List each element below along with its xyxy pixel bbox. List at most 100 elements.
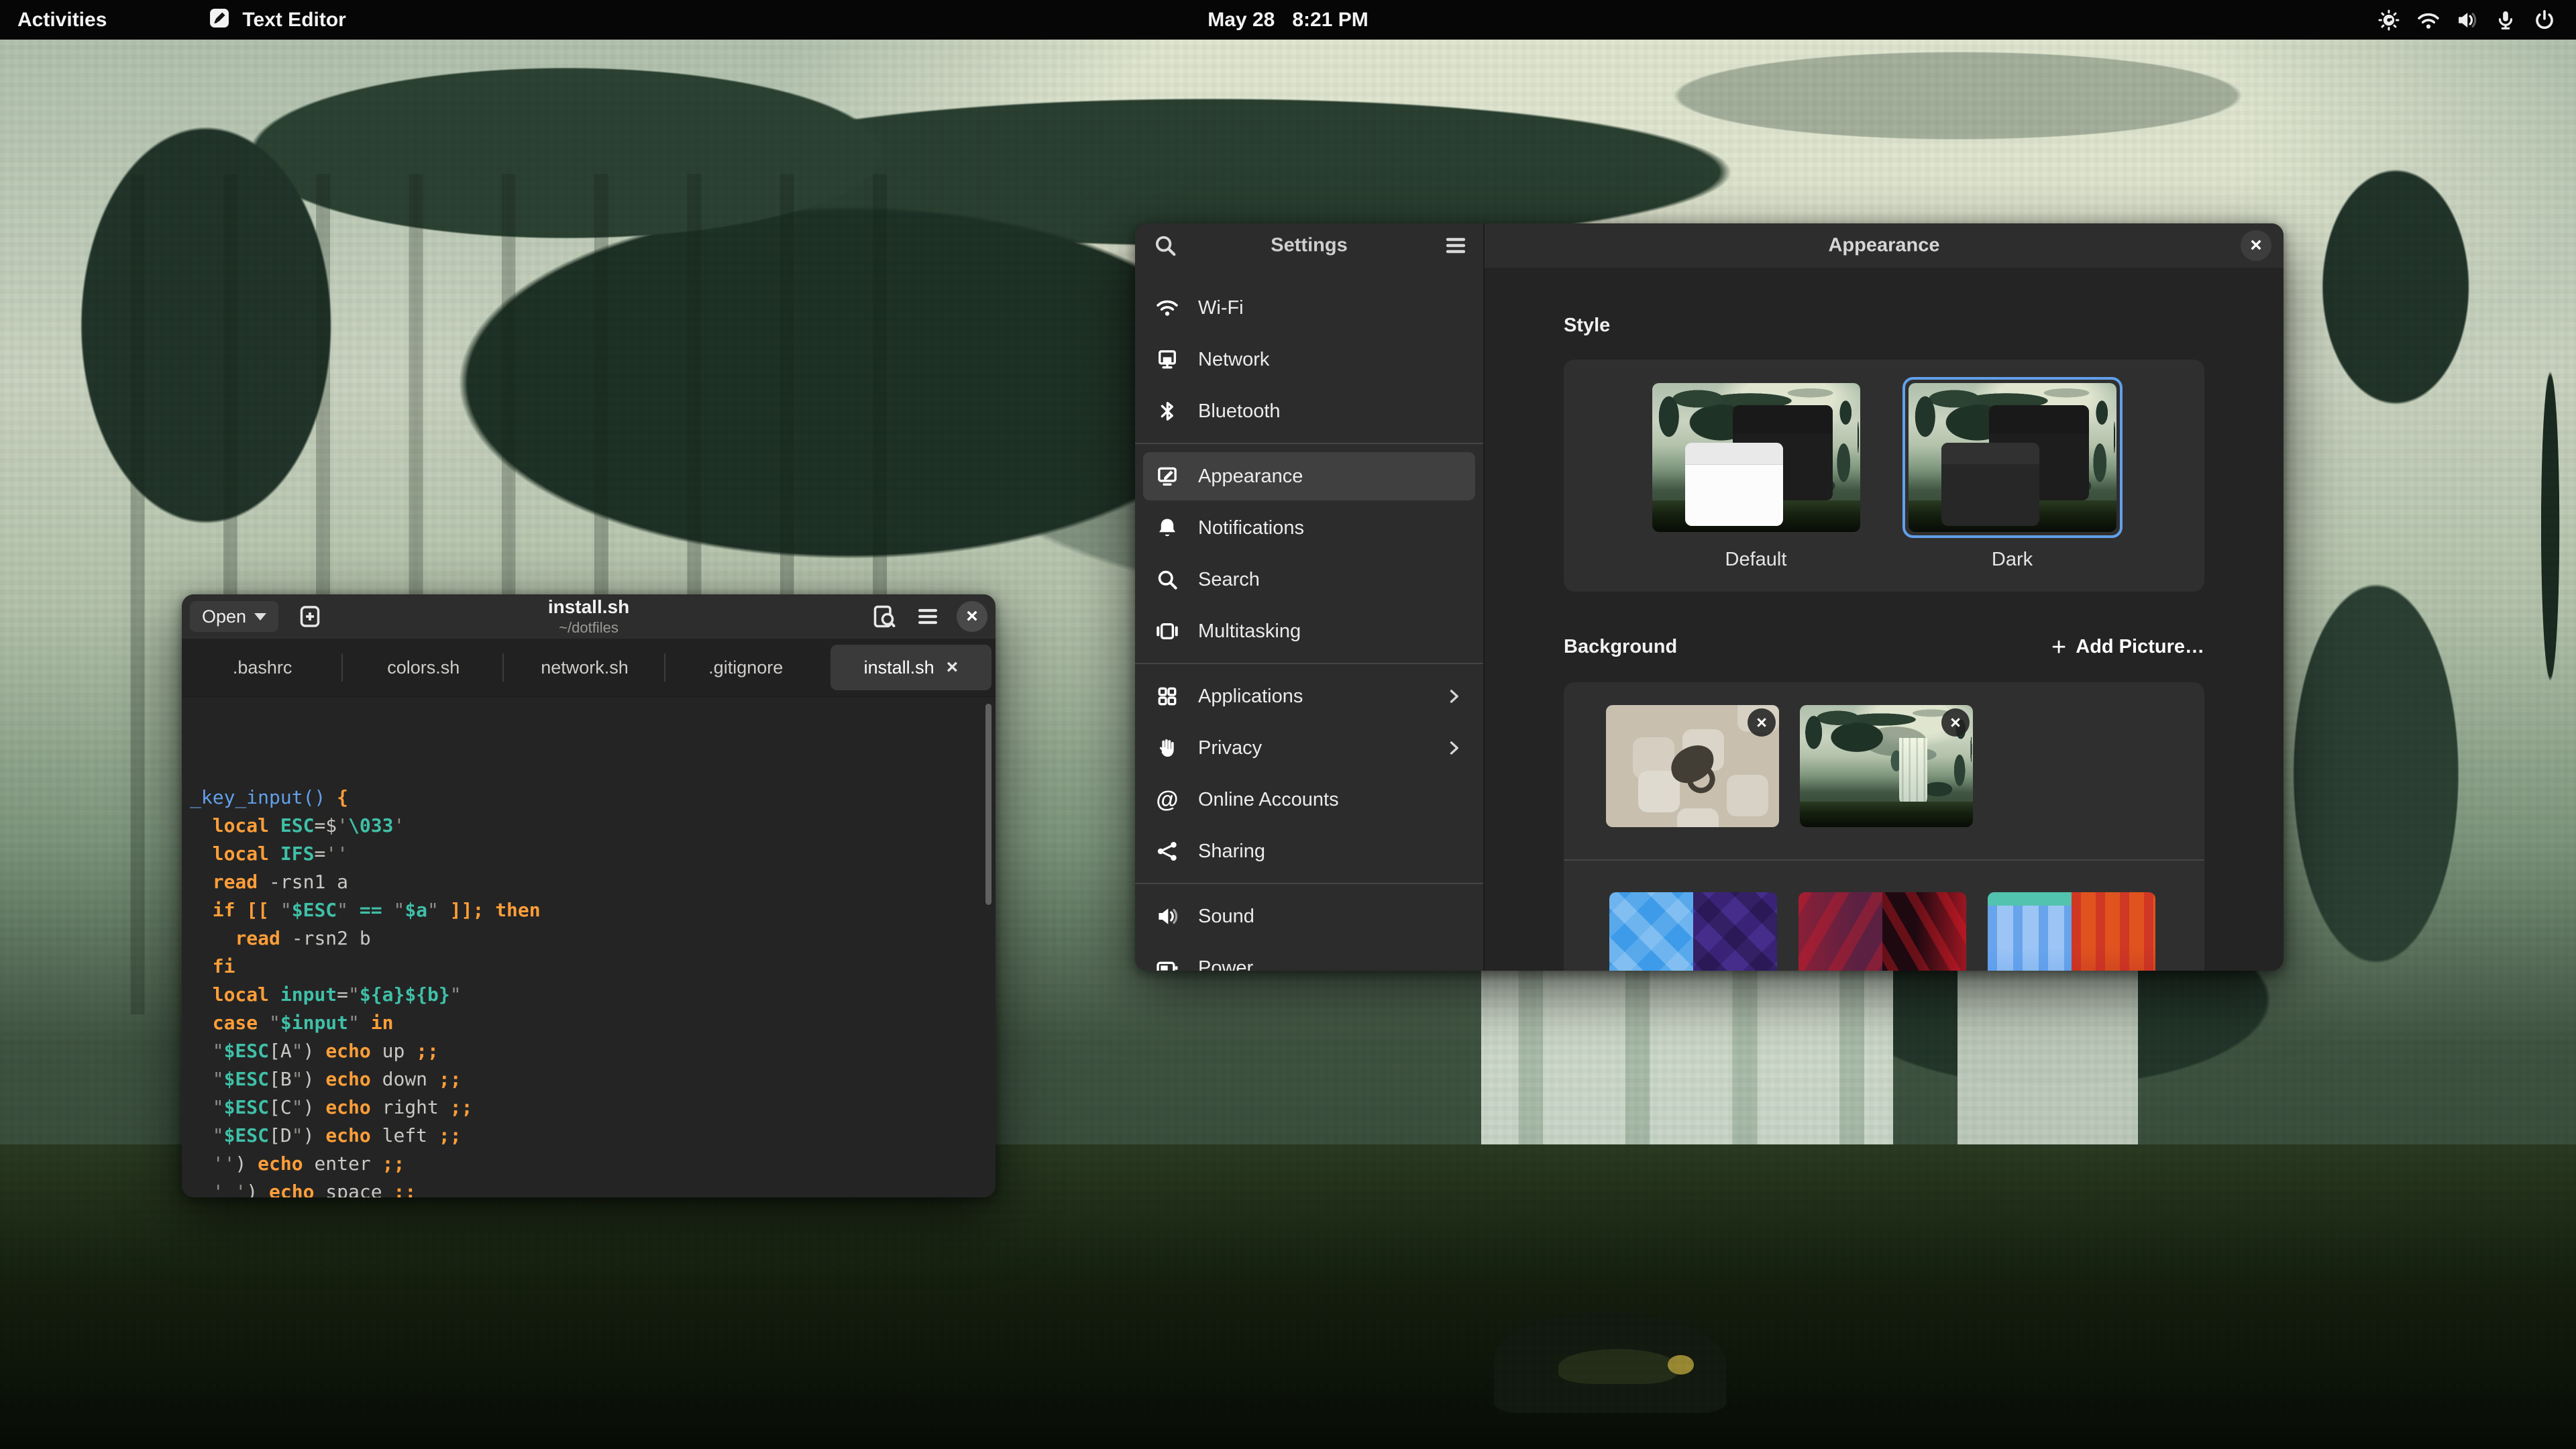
panel-headerbar: Appearance × xyxy=(1485,223,2284,268)
style-label-default: Default xyxy=(1725,549,1787,571)
code-line: local input="${a}${b}" xyxy=(190,981,996,1009)
tab-.bashrc[interactable]: .bashrc xyxy=(182,639,343,696)
code-line: "$ESC[C") echo right ;; xyxy=(190,1093,996,1122)
open-button[interactable]: Open xyxy=(190,601,278,632)
tab-label: .gitignore xyxy=(708,657,783,678)
sidebar-item-sound[interactable]: Sound xyxy=(1143,892,1475,941)
selected-style-frame xyxy=(1902,377,2123,538)
sidebar-item-bluetooth[interactable]: Bluetooth xyxy=(1143,387,1475,435)
sidebar-item-search[interactable]: Search xyxy=(1143,555,1475,604)
sidebar-item-appearance[interactable]: Appearance xyxy=(1143,452,1475,500)
close-window-button[interactable]: × xyxy=(957,601,987,632)
document-title: install.sh xyxy=(548,596,629,618)
sidebar-item-label: Sharing xyxy=(1198,841,1265,863)
tab-label: install.sh xyxy=(864,657,934,678)
remove-background-button[interactable]: × xyxy=(1748,708,1776,737)
code-line: "$ESC[B") echo down ;; xyxy=(190,1065,996,1093)
wallpaper-variant-2[interactable] xyxy=(1988,892,2155,971)
sharing-icon xyxy=(1155,839,1179,863)
chevron-down-icon xyxy=(254,613,266,621)
new-document-icon xyxy=(297,603,323,630)
code-line: read -rsn2 b xyxy=(190,924,996,953)
sidebar-item-label: Wi-Fi xyxy=(1198,297,1244,319)
sidebar-item-wi-fi[interactable]: Wi-Fi xyxy=(1143,284,1475,332)
search-button[interactable] xyxy=(1150,230,1181,261)
editor-headerbar: Open install.sh ~/dotfiles × xyxy=(182,594,996,639)
focused-app-menu[interactable]: Text Editor xyxy=(207,6,345,34)
wallpaper-variant-0[interactable] xyxy=(1609,892,1777,971)
system-tray[interactable] xyxy=(2377,9,2556,32)
microphone-icon[interactable] xyxy=(2494,9,2517,32)
online-accounts-icon: @ xyxy=(1155,788,1179,812)
sidebar-list: Wi-Fi NetworkBluetooth Appearance Notificat… xyxy=(1135,268,1483,971)
focused-app-name: Text Editor xyxy=(242,9,345,32)
code-line: '') echo enter ;; xyxy=(190,1150,996,1178)
power-icon[interactable] xyxy=(2533,9,2556,32)
sidebar-item-power[interactable]: Power xyxy=(1143,944,1475,971)
panel-title: Appearance xyxy=(1828,235,1939,257)
activities-button[interactable]: Activities xyxy=(17,9,107,32)
tab-label: .bashrc xyxy=(233,657,292,678)
tab-network.sh[interactable]: network.sh xyxy=(504,639,665,696)
wallpaper-variant-1[interactable] xyxy=(1799,892,1966,971)
sidebar-item-label: Search xyxy=(1198,569,1260,591)
code-editor[interactable]: _key_input() { local ESC=$'\033' local I… xyxy=(182,697,996,1197)
sidebar-item-sharing[interactable]: Sharing xyxy=(1143,827,1475,875)
code-line: ' ') echo space ;; xyxy=(190,1178,996,1197)
code-line: local ESC=$'\033' xyxy=(190,812,996,840)
style-label-dark: Dark xyxy=(1992,549,2033,571)
wifi-icon[interactable] xyxy=(2416,9,2439,32)
sidebar-item-network[interactable]: Network xyxy=(1143,335,1475,384)
sidebar-item-notifications[interactable]: Notifications xyxy=(1143,504,1475,552)
wifi-icon xyxy=(1155,296,1179,320)
volume-icon[interactable] xyxy=(2455,9,2478,32)
display-brightness-icon[interactable] xyxy=(2377,9,2400,32)
top-bar: Activities Text Editor May 28 8:21 PM xyxy=(0,0,2576,40)
style-option-dark[interactable]: Dark xyxy=(1902,377,2123,571)
sidebar-item-multitasking[interactable]: Multitasking xyxy=(1143,607,1475,655)
background-thumb-forest-waterfall[interactable]: × xyxy=(1800,705,1973,827)
code-line: fi xyxy=(190,953,996,981)
sidebar-item-label: Power xyxy=(1198,957,1253,971)
tab-colors.sh[interactable]: colors.sh xyxy=(343,639,504,696)
sidebar-item-privacy[interactable]: Privacy xyxy=(1143,724,1475,772)
remove-background-button[interactable]: × xyxy=(1941,708,1970,737)
editor-title: install.sh ~/dotfiles xyxy=(548,596,629,637)
sidebar-menu-button[interactable] xyxy=(1440,230,1471,261)
clock-button[interactable]: May 28 8:21 PM xyxy=(1208,9,1368,32)
chevron-right-icon xyxy=(1444,687,1463,706)
tab-.gitignore[interactable]: .gitignore xyxy=(665,639,826,696)
scrollbar[interactable] xyxy=(985,704,991,905)
style-option-default[interactable]: Default xyxy=(1646,377,1866,571)
settings-sidebar: Settings Wi-FiNetworkBluetoothAppearance… xyxy=(1135,223,1485,971)
sidebar-item-label: Notifications xyxy=(1198,517,1304,539)
code-line: if [[ "$ESC" == "$a" ]]; then xyxy=(190,896,996,924)
tab-install.sh[interactable]: install.sh × xyxy=(830,645,991,690)
close-tab-icon[interactable]: × xyxy=(947,656,959,679)
add-picture-button[interactable]: + Add Picture… xyxy=(2051,636,2204,658)
close-settings-button[interactable]: × xyxy=(2241,230,2271,261)
sidebar-divider xyxy=(1135,883,1483,884)
close-icon: × xyxy=(1756,712,1767,733)
search-document-icon xyxy=(870,603,897,630)
main-menu-button[interactable] xyxy=(912,601,943,632)
card-divider xyxy=(1564,859,2204,861)
sidebar-item-online-accounts[interactable]: @ Online Accounts xyxy=(1143,775,1475,824)
tab-label: network.sh xyxy=(541,657,629,678)
new-tab-button[interactable] xyxy=(294,601,325,632)
style-card: Default xyxy=(1564,360,2204,592)
desktop: Activities Text Editor May 28 8:21 PM Op… xyxy=(0,0,2576,1449)
background-thumb-abstract-light[interactable]: × xyxy=(1606,705,1779,827)
bluetooth-icon xyxy=(1155,399,1179,423)
sidebar-item-applications[interactable]: Applications xyxy=(1143,672,1475,720)
network-icon xyxy=(1155,347,1179,372)
sidebar-divider xyxy=(1135,663,1483,664)
multitasking-icon xyxy=(1155,619,1179,643)
sidebar-item-label: Applications xyxy=(1198,686,1303,708)
background-heading: Background xyxy=(1564,636,1677,658)
search-document-button[interactable] xyxy=(868,601,899,632)
sidebar-item-label: Online Accounts xyxy=(1198,789,1339,811)
notifications-icon xyxy=(1155,516,1179,540)
close-icon: × xyxy=(966,606,978,627)
panel-content: Style xyxy=(1485,268,2284,971)
